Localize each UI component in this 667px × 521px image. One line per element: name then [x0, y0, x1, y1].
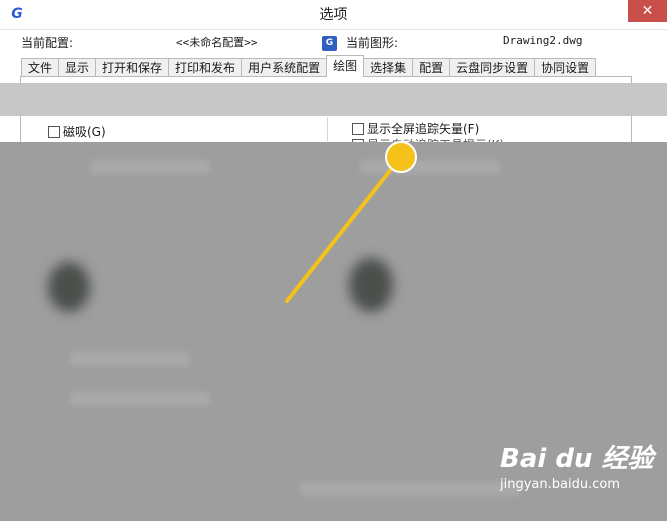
tab-plot-publish[interactable]: 打印和发布 [168, 58, 243, 77]
close-button[interactable]: ✕ [628, 0, 667, 22]
blurred-preview-left [48, 262, 90, 312]
current-drawing-label: 当前图形: [346, 36, 399, 50]
watermark-brand: Bai du 经验 [500, 444, 654, 474]
tab-cloud-sync[interactable]: 云盘同步设置 [449, 58, 536, 77]
magnet-option[interactable]: 磁吸(G) [48, 123, 106, 140]
baidu-watermark: Bai du 经验 jingyan.baidu.com [500, 443, 660, 513]
fullscreen-tracking-label: 显示全屏追踪矢量(F) [367, 122, 480, 136]
tab-file[interactable]: 文件 [21, 58, 60, 77]
magnet-label: 磁吸(G) [63, 125, 106, 139]
options-tabs: 文件 显示 打开和保存 打印和发布 用户系统配置 绘图 选择集 配置 云盘同步设… [21, 55, 632, 77]
current-config-label: 当前配置: [21, 36, 74, 50]
blurred-text [360, 160, 500, 174]
watermark-url: jingyan.baidu.com [500, 477, 620, 492]
window-title: 选项 [319, 7, 348, 23]
tab-collaboration[interactable]: 协同设置 [534, 58, 597, 77]
blurred-text [90, 160, 210, 174]
tab-selection[interactable]: 选择集 [363, 58, 414, 77]
tab-open-save[interactable]: 打开和保存 [95, 58, 170, 77]
tab-profiles[interactable]: 配置 [412, 58, 451, 77]
tab-display[interactable]: 显示 [58, 58, 97, 77]
obscured-band [0, 83, 667, 116]
blurred-text [70, 392, 210, 406]
tab-drafting[interactable]: 绘图 [326, 55, 365, 77]
current-config-value: <<未命名配置>> [176, 36, 258, 49]
dwg-file-icon: G [322, 36, 337, 51]
blurred-text [70, 352, 190, 366]
current-drawing-value: Drawing2.dwg [503, 34, 583, 47]
column-divider [327, 117, 328, 141]
blurred-buttons [300, 482, 520, 496]
tab-user-preferences[interactable]: 用户系统配置 [241, 58, 328, 77]
blurred-preview-right [349, 258, 393, 312]
fullscreen-tracking-option[interactable]: 显示全屏追踪矢量(F) [352, 120, 479, 137]
title-bar: G 选项 ✕ [0, 0, 667, 30]
magnet-checkbox[interactable] [48, 125, 60, 138]
fullscreen-tracking-checkbox[interactable] [352, 122, 364, 135]
